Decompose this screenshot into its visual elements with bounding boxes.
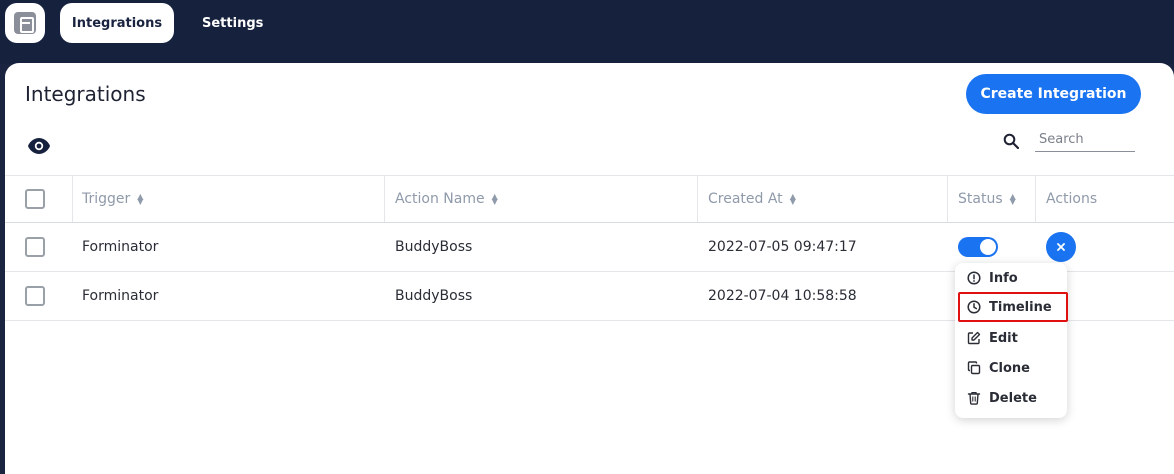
column-header-trigger-label: Trigger — [82, 191, 131, 207]
menu-item-timeline[interactable]: Timeline — [958, 292, 1068, 322]
info-icon — [967, 271, 981, 285]
menu-item-timeline-label: Timeline — [989, 299, 1052, 315]
column-divider — [72, 176, 73, 222]
select-all-cell — [25, 176, 45, 222]
trash-icon — [967, 391, 981, 405]
created-at-cell: 2022-07-04 10:58:58 — [708, 288, 857, 304]
menu-item-info-label: Info — [989, 270, 1018, 286]
sort-icon[interactable]: ▲ ▼ — [492, 193, 498, 206]
trigger-cell: Forminator — [82, 288, 159, 304]
menu-item-delete-label: Delete — [989, 390, 1037, 406]
menu-item-edit-label: Edit — [989, 330, 1018, 346]
column-header-created-at-label: Created At — [708, 191, 783, 207]
sort-icon[interactable]: ▲ ▼ — [137, 193, 143, 206]
action-name-cell: BuddyBoss — [395, 288, 473, 304]
column-header-created-at[interactable]: Created At ▲ ▼ — [708, 176, 796, 222]
row-select-cell — [25, 223, 45, 271]
close-icon — [1057, 243, 1065, 251]
tab-integrations[interactable]: Integrations — [60, 3, 174, 43]
column-divider — [947, 176, 948, 222]
sort-icon[interactable]: ▲ ▼ — [790, 193, 796, 206]
menu-item-clone-label: Clone — [989, 360, 1030, 376]
row-checkbox[interactable] — [25, 237, 45, 257]
clock-icon — [967, 300, 981, 314]
select-all-checkbox[interactable] — [25, 189, 45, 209]
action-name-cell: BuddyBoss — [395, 239, 473, 255]
menu-item-info[interactable]: Info — [955, 263, 1067, 293]
column-divider — [384, 176, 385, 222]
column-header-action-name[interactable]: Action Name ▲ ▼ — [395, 176, 498, 222]
edit-icon — [967, 331, 981, 345]
search-input[interactable] — [1035, 127, 1135, 152]
trigger-cell: Forminator — [82, 239, 159, 255]
menu-item-clone[interactable]: Clone — [955, 353, 1067, 383]
status-toggle[interactable] — [958, 237, 998, 257]
tab-settings[interactable]: Settings — [186, 3, 279, 43]
search-icon[interactable] — [1003, 133, 1020, 153]
sort-icon[interactable]: ▲ ▼ — [1010, 193, 1016, 206]
column-divider — [697, 176, 698, 222]
menu-item-delete[interactable]: Delete — [955, 383, 1067, 413]
menu-item-edit[interactable]: Edit — [955, 323, 1067, 353]
column-header-status[interactable]: Status ▲ ▼ — [958, 176, 1016, 222]
logo-icon — [14, 12, 36, 34]
column-header-status-label: Status — [958, 191, 1003, 207]
create-integration-button[interactable]: Create Integration — [966, 74, 1141, 114]
eye-icon[interactable] — [27, 137, 51, 159]
created-at-cell: 2022-07-05 09:47:17 — [708, 239, 857, 255]
top-navbar: Integrations Settings — [0, 0, 1174, 64]
app-logo[interactable] — [5, 3, 45, 43]
table-header-row: Trigger ▲ ▼ Action Name ▲ ▼ Created At ▲ ▼ … — [5, 175, 1174, 223]
column-header-trigger[interactable]: Trigger ▲ ▼ — [82, 176, 143, 222]
clone-icon — [967, 361, 981, 375]
row-select-cell — [25, 272, 45, 320]
column-header-action-name-label: Action Name — [395, 191, 485, 207]
column-divider — [1035, 176, 1036, 222]
row-checkbox[interactable] — [25, 286, 45, 306]
close-menu-button[interactable] — [1046, 232, 1076, 262]
page-title: Integrations — [25, 82, 146, 106]
column-header-actions-label: Actions — [1046, 191, 1098, 207]
column-header-actions: Actions — [1046, 176, 1097, 222]
row-actions-menu: Info Timeline Edit Clone Delete — [955, 263, 1068, 418]
main-panel: Integrations Create Integration Trigger … — [5, 63, 1174, 474]
